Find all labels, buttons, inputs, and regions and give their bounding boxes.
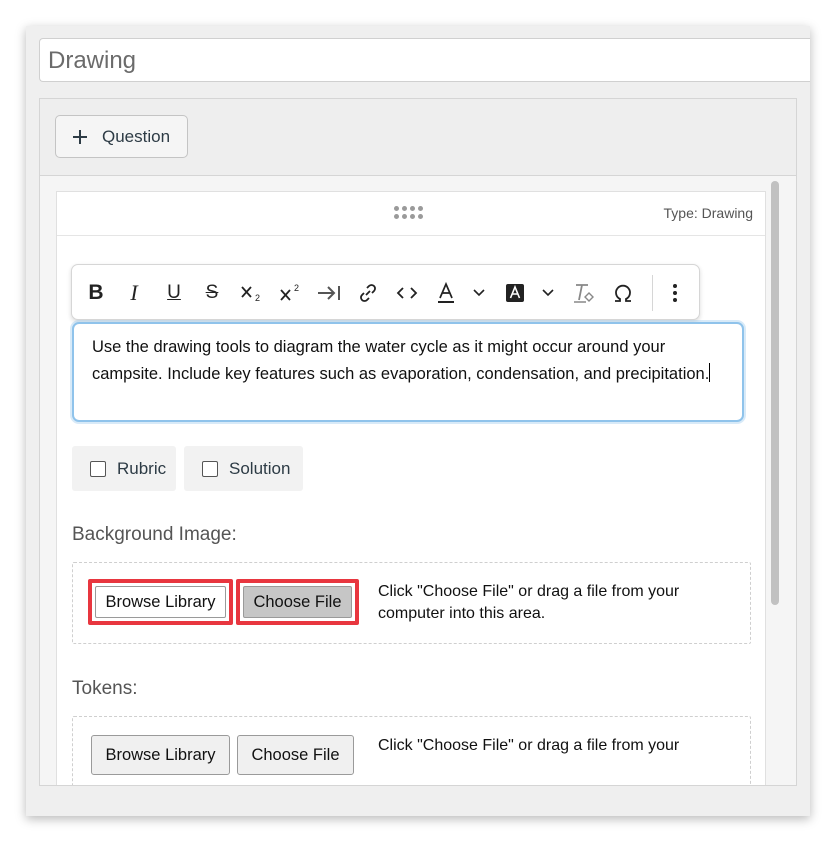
italic-icon: I: [130, 280, 138, 305]
code-icon: [396, 287, 418, 299]
clear-formatting-button[interactable]: [569, 277, 599, 309]
chevron-down-icon: [542, 289, 554, 297]
clear-formatting-icon: [574, 284, 594, 303]
browse-library-highlight: Browse Library: [88, 579, 233, 625]
text-color-dropdown[interactable]: [468, 277, 490, 309]
indent-button[interactable]: [314, 277, 344, 309]
question-card: Type: Drawing B I U S 2 2 Use the drawin…: [56, 191, 766, 785]
special-characters-button[interactable]: [608, 277, 638, 309]
question-title-input[interactable]: Drawing: [39, 38, 810, 82]
link-button[interactable]: [353, 277, 383, 309]
tokens-label: Tokens:: [72, 678, 138, 699]
plus-icon: [73, 129, 87, 144]
underline-button[interactable]: U: [159, 277, 189, 309]
background-color-button[interactable]: [500, 277, 530, 309]
hint-line: Click "Choose File" or drag a file from …: [378, 737, 680, 754]
rubric-checkbox[interactable]: [90, 460, 106, 477]
choose-file-highlight: Choose File: [236, 579, 359, 625]
omega-icon: [615, 284, 631, 302]
italic-button[interactable]: I: [119, 277, 149, 309]
strikethrough-icon: S: [205, 282, 219, 303]
background-color-dropdown[interactable]: [537, 277, 559, 309]
question-text: Use the drawing tools to diagram the wat…: [92, 338, 710, 383]
question-editor-window: Drawing Question Type: Drawing B I U S 2…: [26, 26, 810, 816]
strikethrough-button[interactable]: S: [197, 277, 227, 309]
indent-icon: [318, 286, 340, 300]
tokens-dropzone[interactable]: Browse Library Choose File Click "Choose…: [72, 716, 751, 785]
rubric-toggle[interactable]: Rubric: [72, 446, 176, 491]
tokens-hint: Click "Choose File" or drag a file from …: [378, 735, 728, 757]
text-color-icon: [438, 281, 454, 303]
browse-library-button[interactable]: Browse Library: [95, 586, 226, 618]
add-question-label: Question: [102, 126, 171, 146]
text-caret: [709, 363, 711, 382]
chevron-down-icon: [473, 289, 485, 297]
background-image-dropzone[interactable]: Browse Library Choose File Click "Choose…: [72, 562, 751, 644]
hint-line: Click "Choose File" or drag a file from …: [378, 583, 680, 600]
question-text-editor[interactable]: Use the drawing tools to diagram the wat…: [72, 322, 744, 422]
bold-icon: B: [88, 281, 104, 304]
svg-text:2: 2: [294, 283, 299, 293]
toolbar-separator: [652, 275, 653, 311]
tokens-browse-library-button[interactable]: Browse Library: [91, 735, 230, 775]
background-color-icon: [506, 284, 524, 302]
background-image-label: Background Image:: [72, 524, 237, 545]
subscript-icon: 2: [241, 286, 260, 303]
superscript-button[interactable]: 2: [276, 277, 306, 309]
choose-file-button[interactable]: Choose File: [243, 586, 352, 618]
rich-text-toolbar: B I U S 2 2: [71, 264, 700, 320]
question-card-header: Type: Drawing: [57, 192, 765, 236]
solution-checkbox[interactable]: [202, 460, 218, 477]
hint-line: computer into this area.: [378, 605, 546, 622]
background-image-hint: Click "Choose File" or drag a file from …: [378, 581, 728, 625]
subscript-button[interactable]: 2: [237, 277, 267, 309]
link-icon: [360, 284, 376, 302]
tokens-choose-file-button[interactable]: Choose File: [237, 735, 354, 775]
rubric-label: Rubric: [117, 458, 167, 478]
question-type-label: Type: Drawing: [663, 205, 753, 221]
svg-text:2: 2: [255, 293, 260, 303]
bold-button[interactable]: B: [81, 277, 111, 309]
superscript-icon: 2: [280, 283, 299, 301]
scrollbar-thumb[interactable]: [771, 181, 779, 605]
text-color-button[interactable]: [431, 277, 461, 309]
vertical-ellipsis-icon: [673, 284, 677, 302]
questions-scroll-area[interactable]: Type: Drawing B I U S 2 2 Use the drawin…: [40, 175, 796, 785]
questions-panel: Question Type: Drawing B I U S 2 2 Use t…: [39, 98, 797, 786]
code-button[interactable]: [392, 277, 422, 309]
add-question-button[interactable]: Question: [55, 115, 188, 158]
drag-handle-icon[interactable]: [394, 206, 430, 222]
solution-toggle[interactable]: Solution: [184, 446, 303, 491]
more-options-button[interactable]: [660, 277, 690, 309]
solution-label: Solution: [229, 458, 291, 478]
panel-header: Question: [40, 99, 796, 176]
underline-icon: U: [167, 282, 181, 303]
